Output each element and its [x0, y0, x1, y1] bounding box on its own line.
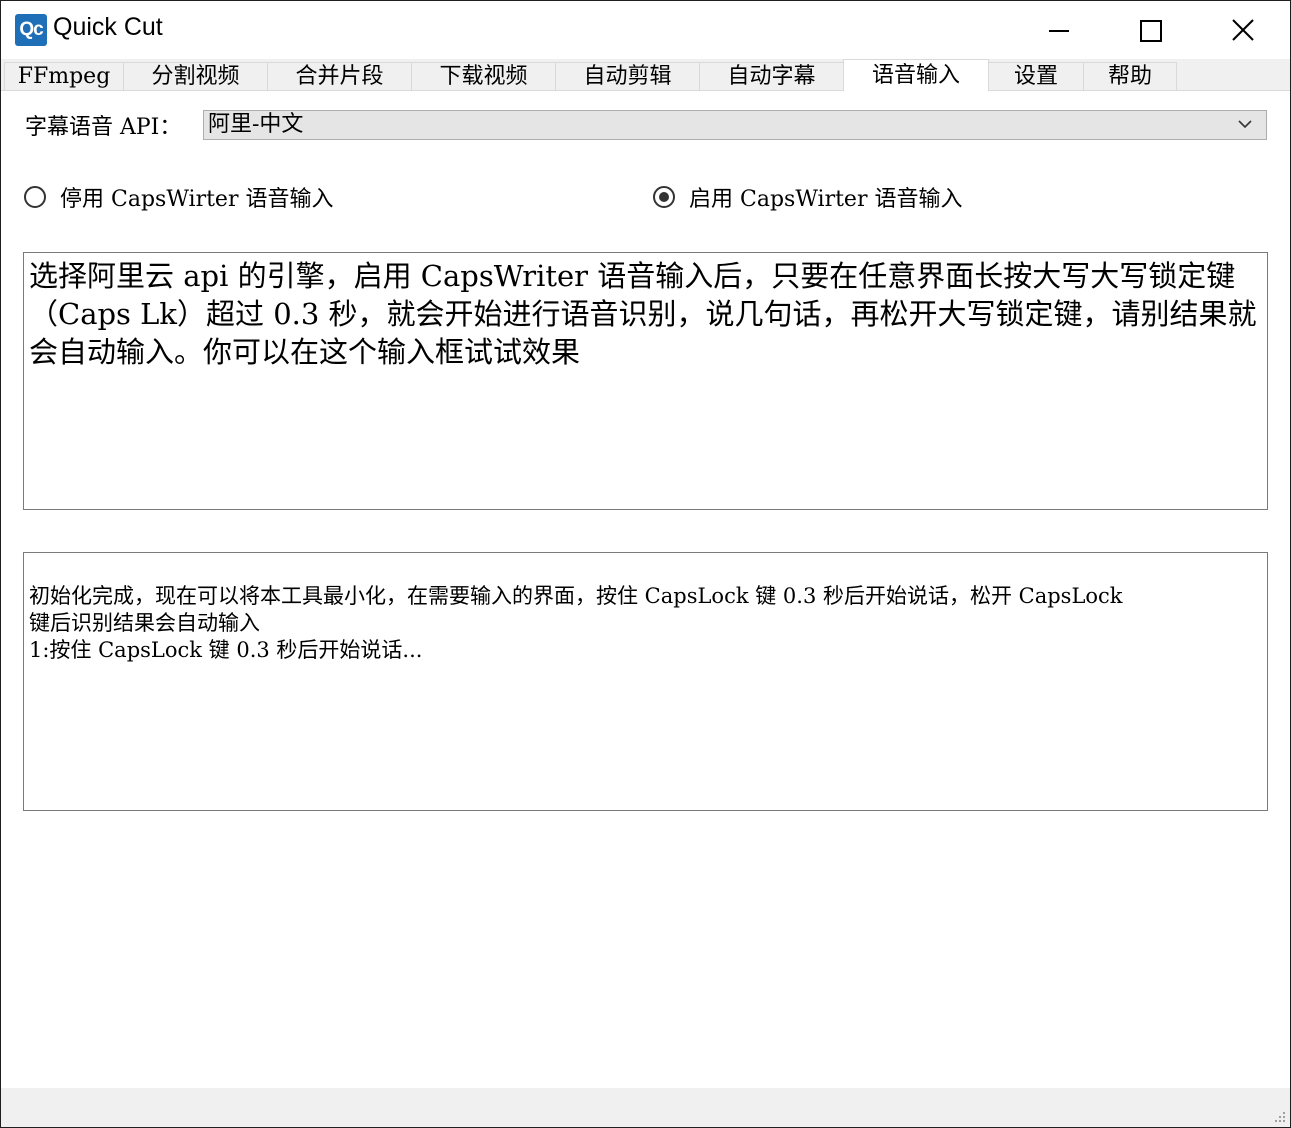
api-label: 字幕语音 API：	[25, 115, 182, 140]
minimize-button[interactable]	[1013, 1, 1105, 59]
tab-bar: FFmpeg 分割视频 合并片段 下载视频 自动剪辑 自动字幕 设置 帮助 语音…	[1, 59, 1290, 91]
resize-grip-icon[interactable]	[1274, 1111, 1286, 1123]
tab-auto-subtitle[interactable]: 自动字幕	[699, 62, 844, 90]
close-button[interactable]	[1197, 1, 1289, 59]
api-select[interactable]: 阿里-中文	[203, 110, 1267, 140]
api-select-value: 阿里-中文	[208, 112, 304, 137]
radio-disable-label: 停用 CapsWirter 语音输入	[60, 187, 334, 212]
tab-merge-clips[interactable]: 合并片段	[267, 62, 412, 90]
tab-download-video[interactable]: 下载视频	[411, 62, 556, 90]
radio-enable-capswriter[interactable]: 启用 CapsWirter 语音输入	[653, 181, 962, 213]
log-output-box[interactable]: 初始化完成，现在可以将本工具最小化，在需要输入的界面，按住 CapsLock 键…	[23, 552, 1268, 811]
log-line: 键后识别结果会自动输入	[29, 611, 260, 635]
app-logo-icon: Qc	[15, 14, 47, 46]
tab-divider	[1, 90, 1290, 91]
radio-enable-label: 启用 CapsWirter 语音输入	[689, 187, 963, 212]
tab-settings[interactable]: 设置	[988, 62, 1084, 90]
radio-disable-capswriter[interactable]: 停用 CapsWirter 语音输入	[24, 181, 333, 213]
app-window: Qc Quick Cut FFmpeg 分割视频 合并片段 下载视频 自动剪辑 …	[0, 0, 1291, 1128]
tab-split-video[interactable]: 分割视频	[123, 62, 268, 90]
window-title: Quick Cut	[53, 13, 163, 41]
voice-input-textarea[interactable]: 选择阿里云 api 的引擎，启用 CapsWriter 语音输入后，只要在任意界…	[23, 252, 1268, 510]
radio-button-on[interactable]	[653, 186, 675, 208]
chevron-down-icon	[1238, 120, 1252, 129]
log-line: 初始化完成，现在可以将本工具最小化，在需要输入的界面，按住 CapsLock 键…	[29, 584, 1123, 608]
tab-ffmpeg[interactable]: FFmpeg	[4, 62, 124, 90]
log-line: 1:按住 CapsLock 键 0.3 秒后开始说话...	[29, 638, 423, 662]
tab-help[interactable]: 帮助	[1083, 62, 1177, 90]
title-bar[interactable]: Qc Quick Cut	[1, 1, 1290, 59]
tab-auto-edit[interactable]: 自动剪辑	[555, 62, 700, 90]
status-bar	[1, 1088, 1290, 1127]
close-icon	[1232, 19, 1254, 41]
maximize-button[interactable]	[1105, 1, 1197, 59]
voice-input-text: 选择阿里云 api 的引擎，启用 CapsWriter 语音输入后，只要在任意界…	[29, 259, 1257, 369]
tab-voice-input[interactable]: 语音输入	[843, 59, 989, 91]
radio-button-off[interactable]	[24, 186, 46, 208]
